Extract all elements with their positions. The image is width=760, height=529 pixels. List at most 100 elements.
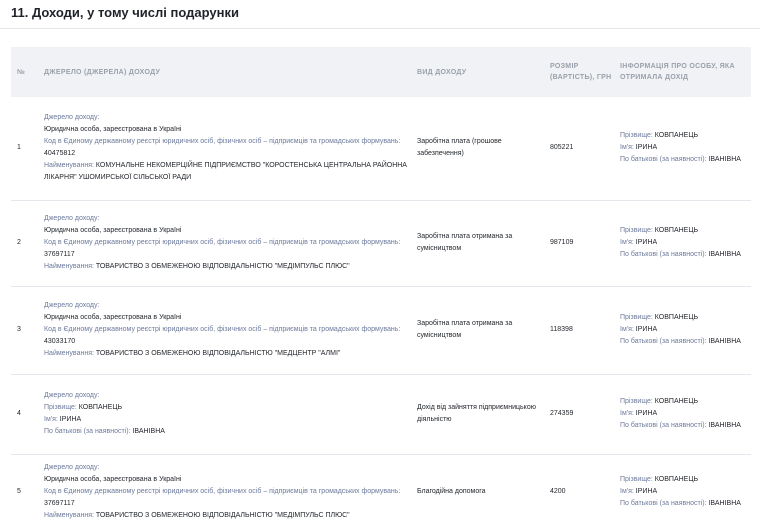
source-label: Джерело доходу: [44,392,100,399]
source-first-name: ІРИНА [59,416,82,423]
income-amount: 4200 [546,453,616,529]
first-name-label: Ім'я: [620,239,634,246]
first-name-label: Ім'я: [620,410,634,417]
table-row: 1 Джерело доходу: Юридична особа, зареєс… [11,97,751,200]
edrpou-code: 40475812 [44,150,76,158]
surname-label: Прізвище: [620,227,653,234]
income-source: Джерело доходу: Юридична особа, зареєстр… [40,97,413,200]
org-name-label: Найменування: [44,511,94,519]
org-name: ТОВАРИСТВО З ОБМЕЖЕНОЮ ВІДПОВІДАЛЬНІСТЮ … [95,263,350,270]
edrpou-code: 37697117 [44,251,75,258]
income-table: № ДЖЕРЕЛО (ДЖЕРЕЛА) ДОХОДУ ВИД ДОХОДУ РО… [11,47,751,529]
table-row: 4 Джерело доходу: Прізвище: КОВПАНЕЦЬ Ім… [11,373,751,454]
header-person: ІНФОРМАЦІЯ ПРО ОСОБУ, ЯКА ОТРИМАЛА ДОХІД [616,47,751,97]
edrpou-label: Код в Єдиному державному реєстрі юридичн… [44,326,401,333]
row-number: 3 [11,285,40,374]
org-name-label: Найменування: [44,263,94,270]
source-first-name-label: Ім'я: [44,416,58,423]
edrpou-label: Код в Єдиному державному реєстрі юридичн… [44,487,401,495]
org-name: ТОВАРИСТВО З ОБМЕЖЕНОЮ ВІДПОВІДАЛЬНІСТЮ … [95,350,341,357]
patronymic-label: По батькові (за наявності): [620,251,707,258]
org-name: ТОВАРИСТВО З ОБМЕЖЕНОЮ ВІДПОВІДАЛЬНІСТЮ … [95,511,350,519]
first-name: ІРИНА [635,410,658,417]
first-name: ІРИНА [635,326,658,333]
section-title: 11. Доходи, у тому числі подарунки [11,5,239,20]
row-number: 4 [11,373,40,454]
surname-label: Прізвище: [620,314,653,321]
entity-type: Юридична особа, зареєстрована в Україні [44,126,182,134]
income-type: Благодійна допомога [413,453,546,529]
first-name: ІРИНА [635,144,658,152]
income-type: Заробітна плата отримана за сумісництвом [413,199,546,286]
income-amount: 274359 [546,373,616,454]
header-type: ВИД ДОХОДУ [413,47,546,97]
surname: КОВПАНЕЦЬ [654,227,699,234]
surname: КОВПАНЕЦЬ [654,398,699,405]
income-type: Заробітна плата отримана за сумісництвом [413,285,546,374]
header-num: № [11,47,40,97]
patronymic-label: По батькові (за наявності): [620,422,707,429]
income-type: Дохід від зайняття підприємницькою діяль… [413,373,546,454]
first-name-label: Ім'я: [620,487,634,495]
income-source: Джерело доходу: Юридична особа, зареєстр… [40,453,413,529]
surname-label: Прізвище: [620,132,653,140]
patronymic: ІВАНІВНА [708,499,741,507]
table-row: 5 Джерело доходу: Юридична особа, зареєс… [11,453,751,529]
recipient-info: Прізвище: КОВПАНЕЦЬ Ім'я: ІРИНА По батьк… [616,97,751,200]
income-amount: 805221 [550,144,574,152]
patronymic: ІВАНІВНА [708,251,741,258]
surname-label: Прізвище: [620,398,653,405]
org-name-label: Найменування: [44,350,94,357]
surname-label: Прізвище: [620,475,653,483]
edrpou-code: 43033170 [44,338,76,345]
recipient-info: Прізвище: КОВПАНЕЦЬ Ім'я: ІРИНА По батьк… [616,373,751,454]
surname: КОВПАНЕЦЬ [654,475,699,483]
patronymic-label: По батькові (за наявності): [620,156,707,164]
header-source: ДЖЕРЕЛО (ДЖЕРЕЛА) ДОХОДУ [40,47,413,97]
income-source: Джерело доходу: Прізвище: КОВПАНЕЦЬ Ім'я… [40,373,413,454]
income-source: Джерело доходу: Юридична особа, зареєстр… [40,285,413,374]
source-label: Джерело доходу: [44,215,100,222]
recipient-info: Прізвище: КОВПАНЕЦЬ Ім'я: ІРИНА По батьк… [616,453,751,529]
surname: КОВПАНЕЦЬ [654,314,699,321]
row-number: 2 [11,199,40,286]
row-number: 5 [11,453,40,529]
entity-type: Юридична особа, зареєстрована в Україні [44,314,182,321]
org-name-label: Найменування: [44,162,94,170]
surname: КОВПАНЕЦЬ [654,132,699,140]
header-amount: РОЗМІР (ВАРТІСТЬ), ГРН [546,47,616,97]
source-patronymic: ІВАНІВНА [132,428,165,435]
first-name: ІРИНА [635,239,658,246]
patronymic: ІВАНІВНА [708,338,741,345]
edrpou-code: 37697117 [44,499,75,507]
source-label: Джерело доходу: [44,114,100,122]
table-header: № ДЖЕРЕЛО (ДЖЕРЕЛА) ДОХОДУ ВИД ДОХОДУ РО… [11,47,751,97]
recipient-info: Прізвище: КОВПАНЕЦЬ Ім'я: ІРИНА По батьк… [616,199,751,286]
income-amount: 987109 [546,199,616,286]
source-patronymic-label: По батькові (за наявності): [44,428,131,435]
income-amount: 118398 [546,285,616,374]
entity-type: Юридична особа, зареєстрована в Україні [44,475,182,483]
first-name-label: Ім'я: [620,144,634,152]
first-name: ІРИНА [635,487,658,495]
table-row: 3 Джерело доходу: Юридична особа, зареєс… [11,285,751,374]
edrpou-label: Код в Єдиному державному реєстрі юридичн… [44,239,401,246]
entity-type: Юридична особа, зареєстрована в Україні [44,227,182,234]
edrpou-label: Код в Єдиному державному реєстрі юридичн… [44,138,401,146]
first-name-label: Ім'я: [620,326,634,333]
org-name: КОМУНАЛЬНЕ НЕКОМЕРЦІЙНЕ ПІДПРИЄМСТВО "КО… [44,162,407,182]
source-label: Джерело доходу: [44,302,100,309]
patronymic: ІВАНІВНА [708,422,741,429]
source-label: Джерело доходу: [44,463,100,471]
source-surname-label: Прізвище: [44,404,77,411]
source-surname: КОВПАНЕЦЬ [78,404,123,411]
table-row: 2 Джерело доходу: Юридична особа, зареєс… [11,199,751,286]
title-divider [0,28,760,29]
patronymic: ІВАНІВНА [708,156,741,164]
row-number: 1 [17,144,21,152]
income-source: Джерело доходу: Юридична особа, зареєстр… [40,199,413,286]
patronymic-label: По батькові (за наявності): [620,499,707,507]
patronymic-label: По батькові (за наявності): [620,338,707,345]
recipient-info: Прізвище: КОВПАНЕЦЬ Ім'я: ІРИНА По батьк… [616,285,751,374]
income-type: Заробітна плата (грошове забезпечення) [417,138,502,158]
